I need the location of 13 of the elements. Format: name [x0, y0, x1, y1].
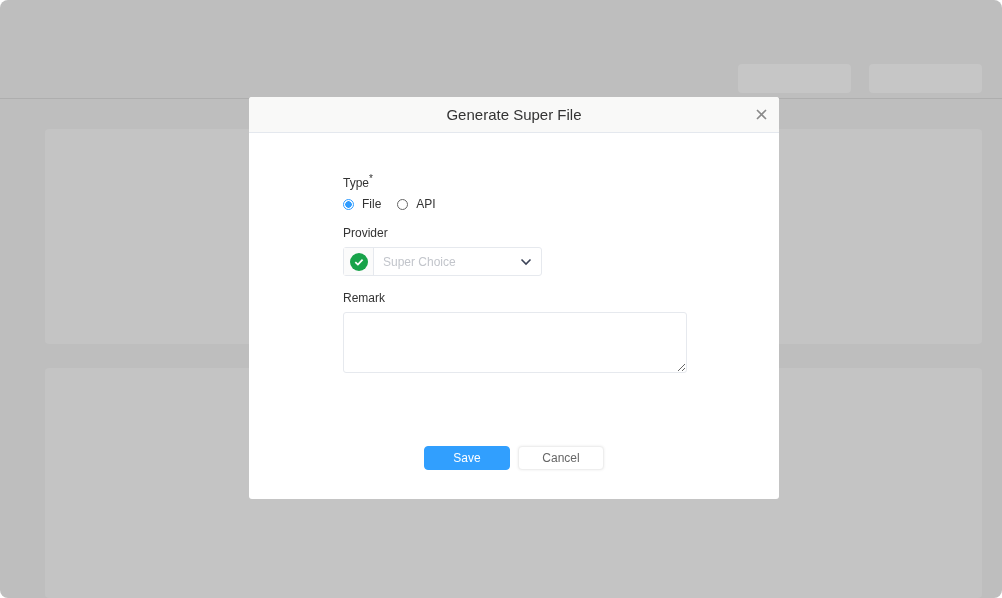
field-label: Remark [343, 291, 385, 305]
caret-icon [520, 257, 532, 266]
field-label: Provider [343, 226, 388, 240]
close-button[interactable] [756, 109, 767, 120]
radio-option[interactable]: File [343, 197, 382, 211]
close-icon [756, 109, 767, 120]
dialog-title: Generate Super File [446, 106, 582, 123]
remark-field[interactable] [343, 312, 687, 373]
radio-option[interactable]: API [397, 197, 436, 211]
check-circle-icon [349, 252, 368, 271]
cancel-button[interactable]: Cancel [518, 446, 604, 470]
field-label: Type$^{*}$ [343, 173, 373, 190]
radio-button[interactable] [343, 198, 354, 210]
